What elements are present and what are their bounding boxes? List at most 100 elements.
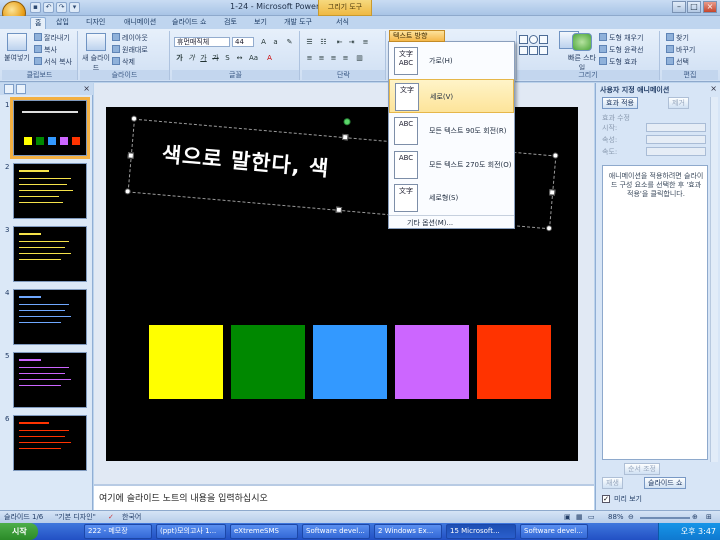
resize-handle-w[interactable] xyxy=(127,152,135,159)
resize-handle-ne[interactable] xyxy=(552,152,559,159)
resize-handle-nw[interactable] xyxy=(130,115,138,122)
tab-view[interactable]: 보기 xyxy=(250,17,271,29)
format-painter-button[interactable]: 서식 복사 xyxy=(34,57,72,67)
line-spacing-icon[interactable]: ≡ xyxy=(360,37,371,47)
taskbar-item-active[interactable]: 15 Microsoft... xyxy=(446,524,516,539)
add-effect-button[interactable]: 효과 적용 xyxy=(602,97,638,109)
redo-icon[interactable]: ↷ xyxy=(56,2,67,13)
tab-animations[interactable]: 애니메이션 xyxy=(120,17,160,29)
color-box-red[interactable] xyxy=(477,325,551,399)
paste-button[interactable]: 붙여넣기 xyxy=(3,33,31,63)
align-right-icon[interactable]: ≡ xyxy=(328,53,339,63)
bullets-icon[interactable]: ☰ xyxy=(304,37,315,47)
shape-fill-button[interactable]: 도형 채우기 xyxy=(599,33,643,43)
clear-format-icon[interactable]: ✎ xyxy=(284,37,295,47)
maximize-button[interactable]: □ xyxy=(687,1,701,13)
shape-oval-icon[interactable] xyxy=(529,35,538,44)
slide-title[interactable]: 색으로 말한다, 색 xyxy=(161,138,331,183)
quick-styles-button[interactable]: 빠른 스타일 xyxy=(567,33,597,73)
menu-item-rotate-270[interactable]: ABC 모든 텍스트 270도 회전(O) xyxy=(389,148,514,182)
shape-rectangle-icon[interactable] xyxy=(519,35,528,44)
taskbar-item[interactable]: Software devel... xyxy=(302,524,370,539)
menu-item-vertical[interactable]: 文字 세로(V) xyxy=(389,79,514,113)
slide-show-button[interactable]: 슬라이드 쇼 xyxy=(644,477,687,489)
speed-select[interactable] xyxy=(646,147,706,156)
qat-more-icon[interactable]: ▾ xyxy=(69,2,80,13)
resize-handle-n[interactable] xyxy=(341,133,349,141)
menu-item-rotate-90[interactable]: ABC 모든 텍스트 90도 회전(R) xyxy=(389,114,514,148)
zoom-slider[interactable] xyxy=(640,517,690,519)
menu-item-horizontal[interactable]: 文字ABC 가로(H) xyxy=(389,44,514,78)
autopreview-checkbox[interactable]: ✓ xyxy=(602,495,610,503)
decrease-indent-icon[interactable]: ⇤ xyxy=(334,37,345,47)
zoom-out-icon[interactable]: ⊖ xyxy=(628,512,634,523)
resize-handle-se[interactable] xyxy=(545,225,553,232)
color-box-purple[interactable] xyxy=(395,325,469,399)
fit-window-icon[interactable]: ⊞ xyxy=(706,512,712,523)
new-slide-button[interactable]: 새 슬라이드 xyxy=(82,33,110,73)
minimize-button[interactable]: – xyxy=(672,1,686,13)
slides-tab-icon[interactable] xyxy=(4,84,14,94)
zoom-in-icon[interactable]: ⊕ xyxy=(692,512,698,523)
align-left-icon[interactable]: ≡ xyxy=(304,53,315,63)
slide-thumbnail-1[interactable] xyxy=(10,97,90,159)
color-box-yellow[interactable] xyxy=(149,325,223,399)
text-direction-button[interactable]: 텍스트 방향 xyxy=(389,30,445,42)
shape-outline-button[interactable]: 도형 윤곽선 xyxy=(599,45,643,55)
taskbar-item[interactable]: 2 Windows Ex... xyxy=(374,524,442,539)
shape-arrow-icon[interactable] xyxy=(519,46,528,55)
align-center-icon[interactable]: ≡ xyxy=(316,53,327,63)
menu-item-stacked[interactable]: 文字 세로형(S) xyxy=(389,181,514,215)
close-button[interactable]: × xyxy=(703,1,717,13)
notes-pane[interactable]: 여기에 슬라이드 노트의 내용을 입력하십시오 xyxy=(94,484,594,510)
tab-insert[interactable]: 삽입 xyxy=(52,17,73,29)
taskbar-item[interactable]: (ppt)모의고사 1... xyxy=(156,524,226,539)
cut-button[interactable]: 잘라내기 xyxy=(34,33,70,43)
menu-item-more-options[interactable]: 기타 옵션(M)... xyxy=(389,217,514,229)
close-pane-icon[interactable]: × xyxy=(83,84,90,93)
color-box-green[interactable] xyxy=(231,325,305,399)
rotate-handle[interactable] xyxy=(343,117,351,126)
outline-tab-icon[interactable] xyxy=(16,84,26,94)
increase-indent-icon[interactable]: ⇥ xyxy=(346,37,357,47)
reorder-button[interactable]: 순서 조정 xyxy=(624,463,660,475)
delete-slide-button[interactable]: 삭제 xyxy=(112,57,135,67)
slide-thumbnail-5[interactable] xyxy=(13,352,87,408)
color-box-blue[interactable] xyxy=(313,325,387,399)
tab-slideshow[interactable]: 슬라이드 쇼 xyxy=(168,17,210,29)
slide-thumbnail-6[interactable] xyxy=(13,415,87,471)
start-select[interactable] xyxy=(646,123,706,132)
pane-scrollbar[interactable] xyxy=(710,97,718,462)
shape-callout-icon[interactable] xyxy=(539,46,548,55)
remove-effect-button[interactable]: 제거 xyxy=(668,97,689,109)
shape-triangle-icon[interactable] xyxy=(539,35,548,44)
resize-handle-s[interactable] xyxy=(335,206,343,214)
replace-button[interactable]: 바꾸기 xyxy=(666,45,695,55)
tab-home[interactable]: 홈 xyxy=(30,17,47,29)
spellcheck-icon[interactable]: ✓ xyxy=(108,512,114,523)
animation-list[interactable]: 애니메이션을 적용하려면 슬라이드 구성 요소를 선택한 후 '효과 적용'을 … xyxy=(602,165,708,460)
slide-thumbnail-3[interactable] xyxy=(13,226,87,282)
undo-icon[interactable]: ↶ xyxy=(43,2,54,13)
bold-icon[interactable]: 가 xyxy=(174,53,185,63)
slide-thumbnail-2[interactable] xyxy=(13,163,87,219)
taskbar-item[interactable]: 222 - 메모장 xyxy=(84,524,152,539)
grow-font-icon[interactable]: A xyxy=(258,37,269,47)
justify-icon[interactable]: ≡ xyxy=(340,53,351,63)
taskbar-item[interactable]: Software devel... xyxy=(520,524,588,539)
font-name-combo[interactable]: 휴먼매직체 xyxy=(174,37,230,47)
font-size-combo[interactable]: 44 xyxy=(232,37,254,47)
resize-handle-sw[interactable] xyxy=(124,188,131,195)
columns-icon[interactable]: ▥ xyxy=(354,53,365,63)
tab-design[interactable]: 디자인 xyxy=(82,17,109,29)
select-button[interactable]: 선택 xyxy=(666,57,689,67)
play-button[interactable]: 재생 xyxy=(602,477,623,489)
layout-button[interactable]: 레이아웃 xyxy=(112,33,148,43)
resize-handle-e[interactable] xyxy=(548,189,556,196)
font-color-icon[interactable]: A xyxy=(264,53,275,63)
find-button[interactable]: 찾기 xyxy=(666,33,689,43)
italic-icon[interactable]: 가 xyxy=(186,53,197,63)
shape-star-icon[interactable] xyxy=(529,46,538,55)
change-case-icon[interactable]: Aa xyxy=(248,53,259,63)
copy-button[interactable]: 복사 xyxy=(34,45,57,55)
